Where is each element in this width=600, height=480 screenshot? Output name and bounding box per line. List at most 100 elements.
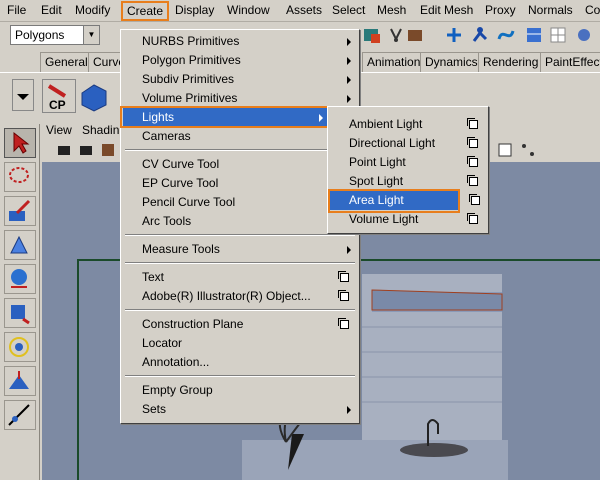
move-tool[interactable] [4, 230, 36, 260]
menu-modify[interactable]: Modify [74, 3, 111, 20]
create-item-pencil-curve-tool[interactable]: Pencil Curve Tool [123, 193, 357, 212]
create-item-subdiv-primitives[interactable]: Subdiv Primitives [123, 70, 357, 89]
cube-icon[interactable] [78, 79, 110, 113]
select-tool[interactable] [4, 128, 36, 158]
lasso-tool[interactable] [4, 162, 36, 192]
select-arrow-icon [13, 131, 30, 154]
create-item-label: Construction Plane [142, 317, 244, 331]
option-box-icon[interactable] [338, 271, 349, 282]
magnet-icon[interactable] [386, 25, 406, 45]
snap-icon[interactable] [362, 25, 382, 45]
menu-set-value: Polygons [15, 28, 65, 42]
lights-item-point-light[interactable]: Point Light [330, 153, 486, 172]
soft-mod-icon [9, 371, 29, 389]
create-item-arc-tools[interactable]: Arc Tools [123, 212, 357, 231]
window-icon[interactable] [524, 25, 544, 45]
last-tool[interactable] [4, 400, 36, 430]
option-box-icon[interactable] [467, 118, 478, 129]
menu-display[interactable]: Display [174, 3, 215, 20]
menu-window[interactable]: Window [226, 3, 271, 20]
network-icon[interactable] [520, 142, 536, 158]
joint-icon[interactable] [470, 25, 490, 45]
paint-icon[interactable] [574, 25, 594, 45]
chevron-down-icon[interactable]: ▼ [83, 26, 99, 44]
paint-brush-icon [9, 199, 31, 221]
menu-assets[interactable]: Assets [285, 3, 323, 20]
wireframe-cube-icon[interactable] [497, 142, 513, 158]
menu-separator [125, 309, 355, 311]
menu-file[interactable]: File [6, 3, 27, 20]
chevron-down-icon [17, 94, 29, 100]
rotate-tool[interactable] [4, 264, 36, 294]
soft-mod-tool[interactable] [4, 366, 36, 396]
shelf-tab-animation[interactable]: Animation [362, 52, 426, 72]
shelf-tab-dynamics[interactable]: Dynamics [420, 52, 483, 72]
create-item-adobe-illustrator-object[interactable]: Adobe(R) Illustrator(R) Object... [123, 287, 357, 306]
panel-menu-shading[interactable]: Shadin [82, 123, 119, 137]
menu-color[interactable]: Co [584, 3, 600, 20]
create-item-label: Sets [142, 402, 167, 416]
shelf-tab-painteffects[interactable]: PaintEffects [540, 52, 600, 72]
submenu-arrow-icon [347, 76, 351, 84]
camera-select-icon[interactable] [56, 142, 72, 158]
lights-item-label: Spot Light [349, 174, 404, 188]
create-item-locator[interactable]: Locator [123, 334, 357, 353]
menu-edit[interactable]: Edit [40, 3, 63, 20]
menu-edit-mesh[interactable]: Edit Mesh [419, 3, 474, 20]
menu-set-select[interactable]: Polygons ▼ [10, 25, 100, 45]
cp-label: CP [49, 98, 66, 112]
scale-tool[interactable] [4, 298, 36, 328]
manipulator-tool[interactable] [4, 332, 36, 362]
create-item-sets[interactable]: Sets [123, 400, 357, 419]
camera-icon[interactable] [405, 25, 425, 45]
panel-menu-view[interactable]: View [46, 123, 72, 137]
shelf-tab-rendering[interactable]: Rendering [478, 52, 544, 72]
create-item-measure-tools[interactable]: Measure Tools [123, 240, 357, 259]
create-item-annotation[interactable]: Annotation... [123, 353, 357, 372]
curve-icon[interactable] [496, 25, 516, 45]
menu-mesh[interactable]: Mesh [376, 3, 407, 20]
submenu-arrow-icon [347, 57, 351, 65]
scale-icon [11, 305, 30, 325]
area-light-focus-frame [328, 189, 460, 213]
lights-focus-frame [120, 106, 330, 128]
shelf-menu-button[interactable] [12, 79, 34, 111]
option-box-icon[interactable] [467, 156, 478, 167]
plus-icon[interactable] [444, 25, 464, 45]
create-item-nurbs-primitives[interactable]: NURBS Primitives [123, 32, 357, 51]
create-item-ep-curve-tool[interactable]: EP Curve Tool [123, 174, 357, 193]
option-box-icon[interactable] [469, 194, 480, 205]
lights-item-directional-light[interactable]: Directional Light [330, 134, 486, 153]
option-box-icon[interactable] [338, 290, 349, 301]
menu-select[interactable]: Select [331, 3, 366, 20]
create-item-polygon-primitives[interactable]: Polygon Primitives [123, 51, 357, 70]
create-item-cameras[interactable]: Cameras [123, 127, 357, 146]
menu-normals[interactable]: Normals [527, 3, 574, 20]
create-item-construction-plane[interactable]: Construction Plane [123, 315, 357, 334]
option-box-icon[interactable] [467, 213, 478, 224]
lights-item-label: Volume Light [349, 212, 419, 226]
option-box-icon[interactable] [467, 137, 478, 148]
menu-separator [125, 149, 355, 151]
create-item-label: Pencil Curve Tool [142, 195, 236, 209]
menu-proxy[interactable]: Proxy [484, 3, 517, 20]
lights-item-ambient-light[interactable]: Ambient Light [330, 115, 486, 134]
submenu-arrow-icon [347, 38, 351, 46]
create-item-label: Arc Tools [142, 214, 192, 228]
menu-create[interactable]: Create [121, 1, 170, 21]
option-box-icon[interactable] [467, 175, 478, 186]
create-item-empty-group[interactable]: Empty Group [123, 381, 357, 400]
camera-attr-icon[interactable] [78, 142, 94, 158]
lights-item-label: Directional Light [349, 136, 436, 150]
option-box-icon[interactable] [338, 318, 349, 329]
grid-icon[interactable] [548, 25, 568, 45]
paint-select-tool[interactable] [4, 196, 36, 226]
bookmark-icon[interactable] [100, 142, 116, 158]
submenu-arrow-icon [347, 95, 351, 103]
lasso-icon [9, 167, 29, 183]
cp-shelf-button[interactable]: CP [42, 79, 76, 113]
create-item-cv-curve-tool[interactable]: CV Curve Tool [123, 155, 357, 174]
create-item-label: Empty Group [142, 383, 213, 397]
create-item-text[interactable]: Text [123, 268, 357, 287]
shelf-tab-general[interactable]: General [40, 52, 93, 72]
